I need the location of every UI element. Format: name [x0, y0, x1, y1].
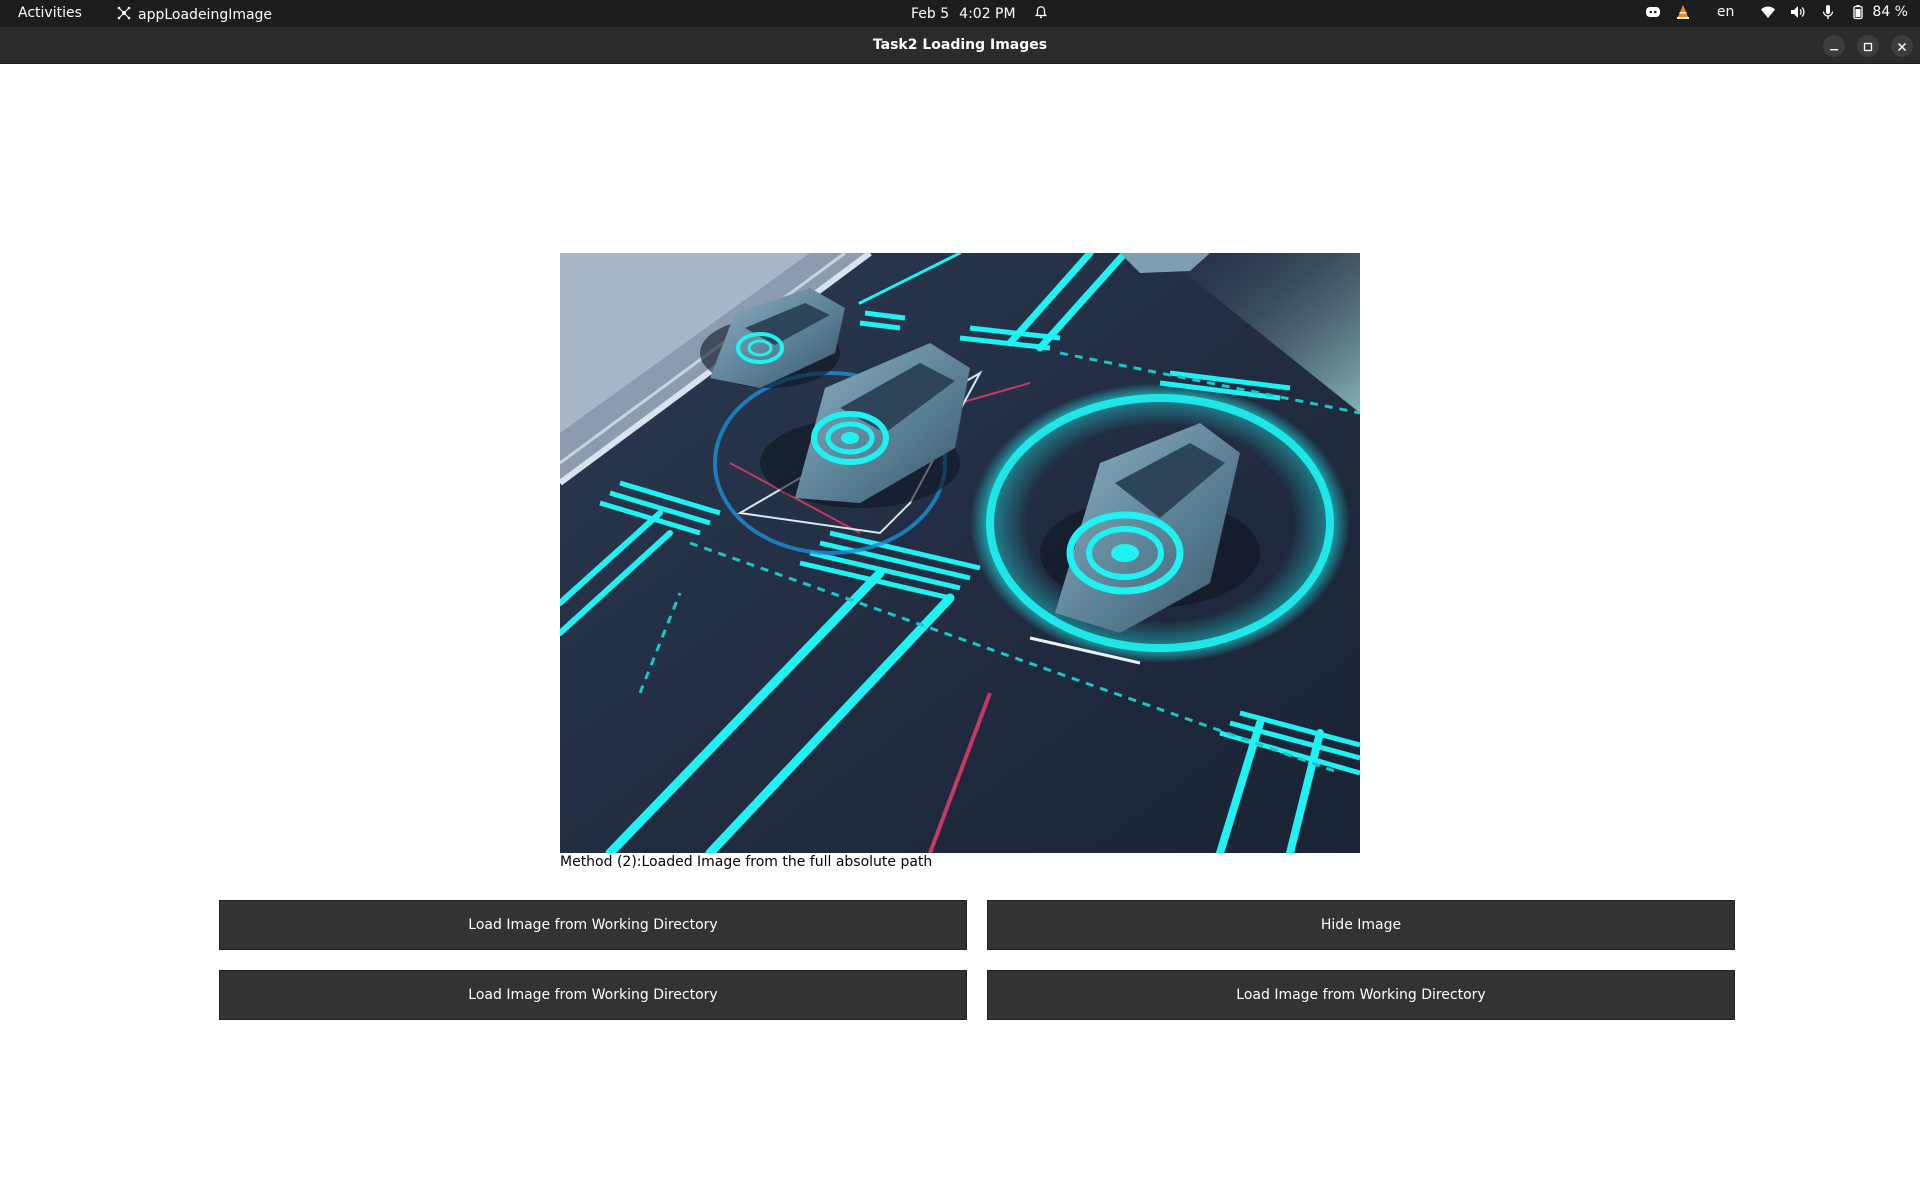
wifi-icon[interactable] — [1760, 4, 1776, 20]
battery-icon — [1850, 4, 1866, 20]
app-menu[interactable]: appLoadeingImage — [116, 5, 272, 25]
window-title-bar[interactable]: Task2 Loading Images — [0, 27, 1920, 64]
discord-icon[interactable] — [1645, 4, 1661, 20]
window-title: Task2 Loading Images — [872, 37, 1048, 53]
clock-time: 4:02 PM — [959, 6, 1016, 22]
minimize-icon — [1829, 37, 1839, 56]
loaded-image — [560, 253, 1360, 853]
close-icon — [1897, 37, 1907, 56]
activities-button[interactable]: Activities — [18, 5, 82, 21]
maximize-icon — [1863, 37, 1873, 56]
clock[interactable]: Feb 5 4:02 PM — [911, 5, 1048, 23]
close-button[interactable] — [1891, 35, 1913, 57]
app-name: appLoadeingImage — [138, 7, 273, 23]
image-caption: Method (2):Loaded Image from the full ab… — [560, 854, 933, 870]
load-image-working-dir-button-2[interactable]: Load Image from Working Directory — [219, 970, 967, 1020]
load-image-working-dir-button[interactable]: Load Image from Working Directory — [219, 900, 967, 950]
load-image-working-dir-button-3[interactable]: Load Image from Working Directory — [987, 970, 1735, 1020]
app-content: Method (2):Loaded Image from the full ab… — [0, 64, 1920, 1200]
volume-icon[interactable] — [1790, 4, 1806, 20]
hide-image-button[interactable]: Hide Image — [987, 900, 1735, 950]
clock-date: Feb 5 — [911, 6, 950, 22]
minimize-button[interactable] — [1823, 35, 1845, 57]
maximize-button[interactable] — [1857, 35, 1879, 57]
language-indicator[interactable]: en — [1717, 4, 1735, 20]
microphone-icon[interactable] — [1820, 4, 1836, 20]
alarm-icon — [1026, 5, 1048, 23]
system-tray[interactable]: en 84 % — [1645, 4, 1908, 20]
app-indicator-icon — [116, 5, 132, 25]
battery-indicator[interactable]: 84 % — [1850, 4, 1908, 20]
system-top-bar: Activities appLoadeingImage Feb 5 4:02 P… — [0, 0, 1920, 27]
vlc-icon[interactable] — [1675, 4, 1691, 20]
battery-percent: 84 % — [1872, 4, 1908, 20]
